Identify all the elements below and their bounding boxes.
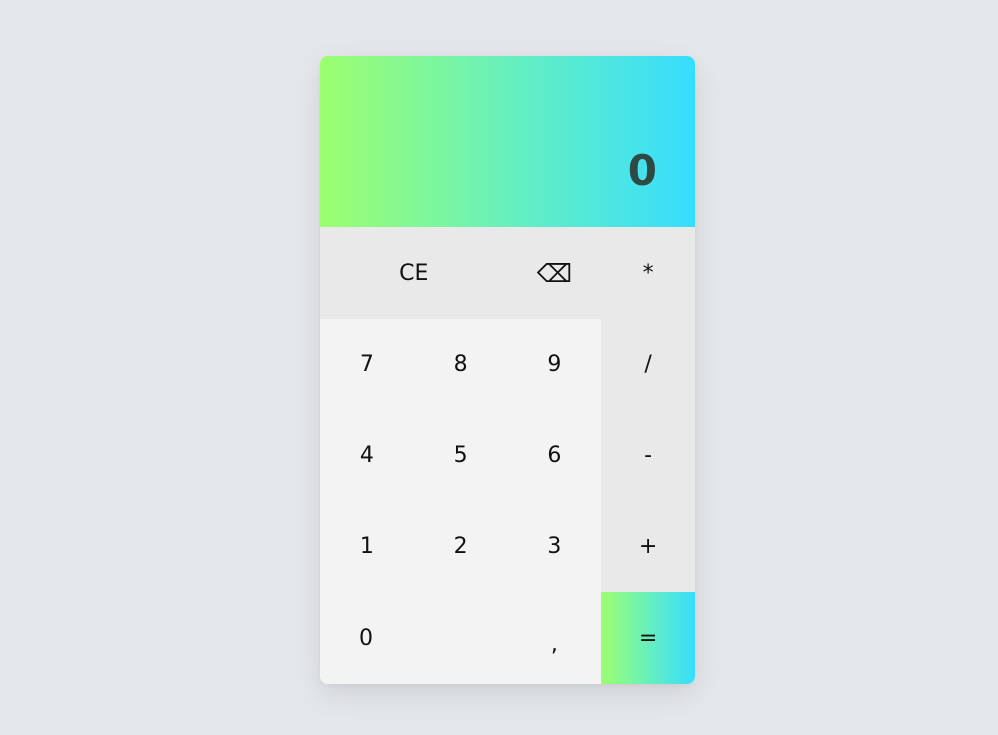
divide-label: / — [644, 352, 652, 377]
digit-2-label: 2 — [453, 534, 468, 559]
digit-8-label: 8 — [453, 352, 468, 377]
minus-label: - — [644, 443, 653, 468]
digit-1-button[interactable]: 1 — [320, 501, 414, 592]
digit-2-button[interactable]: 2 — [413, 501, 508, 592]
clear-entry-button[interactable]: CE — [320, 227, 508, 319]
equals-label: = — [638, 625, 658, 651]
digit-6-button[interactable]: 6 — [507, 410, 602, 501]
plus-label: + — [638, 534, 658, 559]
digit-3-label: 3 — [547, 534, 562, 559]
divide-button[interactable]: / — [601, 319, 695, 410]
digit-7-label: 7 — [359, 352, 374, 377]
decimal-comma-label: , — [550, 631, 558, 657]
clear-entry-label: CE — [399, 260, 429, 286]
digit-5-button[interactable]: 5 — [413, 410, 508, 501]
digit-0-label: 0 — [359, 625, 373, 651]
digit-0-button[interactable]: 0 — [320, 592, 508, 684]
minus-button[interactable]: - — [601, 410, 695, 501]
backspace-button[interactable]: ⌫ — [507, 227, 602, 319]
keypad: CE ⌫ * 7 8 9 / 4 5 6 - 1 2 3 + 0 , = — [320, 227, 695, 684]
calculator-display: 0 — [320, 56, 695, 227]
display-value: 0 — [627, 146, 657, 195]
digit-5-label: 5 — [453, 443, 468, 468]
backspace-icon: ⌫ — [536, 258, 573, 288]
equals-button[interactable]: = — [601, 592, 695, 684]
multiply-label: * — [642, 260, 654, 286]
digit-4-button[interactable]: 4 — [320, 410, 414, 501]
digit-4-label: 4 — [359, 443, 374, 468]
digit-3-button[interactable]: 3 — [507, 501, 602, 592]
digit-1-label: 1 — [359, 534, 374, 559]
digit-7-button[interactable]: 7 — [320, 319, 414, 410]
digit-8-button[interactable]: 8 — [413, 319, 508, 410]
digit-9-label: 9 — [547, 352, 562, 377]
multiply-button[interactable]: * — [601, 227, 695, 319]
digit-6-label: 6 — [547, 443, 562, 468]
calculator: 0 CE ⌫ * 7 8 9 / 4 5 6 - 1 2 3 + 0 , = — [320, 56, 695, 684]
plus-button[interactable]: + — [601, 501, 695, 592]
digit-9-button[interactable]: 9 — [507, 319, 602, 410]
decimal-comma-button[interactable]: , — [507, 592, 602, 684]
